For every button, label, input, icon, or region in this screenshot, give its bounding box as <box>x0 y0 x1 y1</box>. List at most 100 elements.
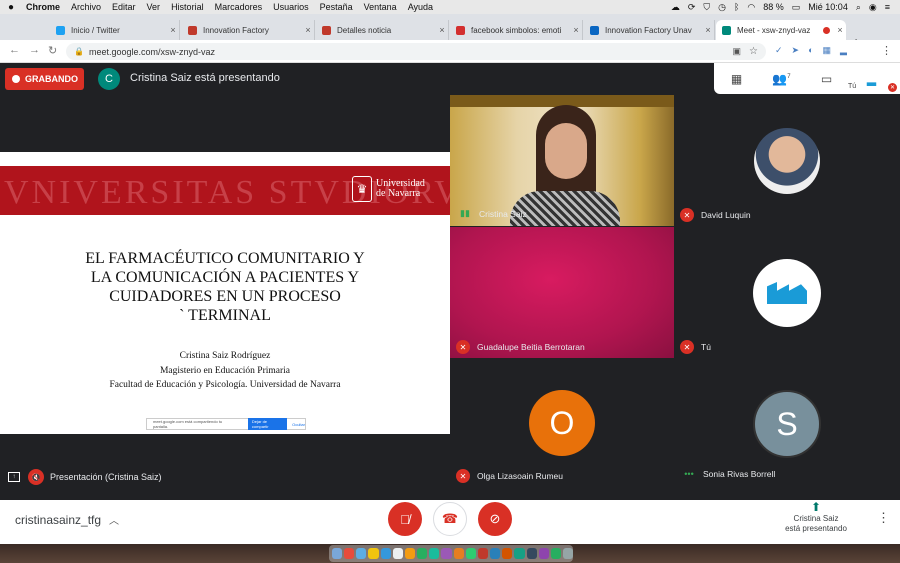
menu-pestana[interactable]: Pestaña <box>316 2 360 12</box>
camera-off-icon: ⊘ <box>489 511 501 526</box>
participant-tile-david[interactable]: ✕ David Luquin <box>674 95 900 226</box>
participant-tile-olga[interactable]: O ✕ Olga Lizasoain Rumeu <box>450 359 674 490</box>
menu-chrome[interactable]: Chrome <box>22 2 67 12</box>
reload-icon[interactable]: ↻ <box>48 44 57 57</box>
tab-title: Innovation Factory Unav <box>605 25 692 35</box>
search-icon[interactable]: ⌕ <box>856 2 861 13</box>
camera-icon[interactable]: ▣ <box>733 46 742 57</box>
participant-name: David Luquin <box>701 210 751 220</box>
tab-twitter[interactable]: Inicio / Twitter × <box>50 20 180 40</box>
address-bar[interactable]: 🔒 meet.google.com/xsw-znyd-vaz ▣ ☆ <box>66 43 766 60</box>
star-icon[interactable]: ☆ <box>749 46 758 57</box>
url-text[interactable]: meet.google.com/xsw-znyd-vaz <box>89 47 215 57</box>
mic-toggle-button[interactable]: 🎙̸ <box>388 502 422 536</box>
presenting-button[interactable]: ⬆ Cristina Saiz está presentando <box>778 500 854 534</box>
wifi-icon[interactable]: ◠ <box>747 2 755 13</box>
chrome-icon[interactable] <box>368 548 379 559</box>
safari-icon[interactable] <box>356 548 367 559</box>
close-icon[interactable]: × <box>702 25 714 35</box>
participant-tile-guadalupe[interactable]: ✕ Guadalupe Beitia Berrotaran <box>450 227 674 358</box>
camera-toggle-button[interactable]: ⊘ <box>478 502 512 536</box>
illustrator-icon[interactable] <box>538 548 549 559</box>
close-icon[interactable]: × <box>570 25 582 35</box>
back-icon[interactable]: ← <box>9 44 20 56</box>
extension-factory-icon[interactable]: ▂ <box>840 45 847 56</box>
close-icon[interactable]: × <box>436 25 448 35</box>
extension-globe-icon[interactable]: ◐ <box>808 45 813 56</box>
notes-icon[interactable] <box>404 548 416 559</box>
tab-innovation-factory[interactable]: Innovation Factory × <box>182 20 315 40</box>
numbers-icon[interactable] <box>465 548 476 559</box>
participant-name: Tú <box>701 342 711 352</box>
emoji-site-icon <box>456 25 465 35</box>
messages-icon[interactable] <box>417 548 428 559</box>
tab-meet[interactable]: Meet - xsw-znyd-vaz × <box>716 20 846 40</box>
layout-grid-icon[interactable]: ▦ <box>714 72 759 86</box>
menu-marcadores[interactable]: Marcadores <box>211 2 270 12</box>
appstore-icon[interactable] <box>490 548 501 559</box>
menu-ver[interactable]: Ver <box>143 2 168 12</box>
chat-icon[interactable]: ▭ <box>804 72 849 86</box>
present-screen-icon[interactable]: ↑ <box>8 472 20 482</box>
close-icon[interactable]: × <box>834 25 846 35</box>
participant-tile-sonia[interactable]: S ••• Sonia Rivas Borrell <box>674 359 900 490</box>
lock-icon[interactable]: 🔒 <box>74 47 84 56</box>
tab-linkedin[interactable]: Innovation Factory Unav × <box>584 20 715 40</box>
tab-facebook-simbolos[interactable]: facebook simbolos: emoti × <box>450 20 583 40</box>
presenting-line-2: está presentando <box>785 524 847 533</box>
sync-icon[interactable]: ⟳ <box>688 2 696 13</box>
participant-tile-cristina[interactable]: ▮▮ Cristina Saiz <box>450 95 674 226</box>
extensions: ✓ ➤ ◐ ▦ ▂ <box>775 45 847 56</box>
close-icon[interactable]: × <box>167 25 179 35</box>
extension-arrow-icon[interactable]: ➤ <box>792 45 800 56</box>
close-icon[interactable]: × <box>302 25 314 35</box>
word-icon[interactable] <box>526 548 537 559</box>
menu-ayuda[interactable]: Ayuda <box>404 2 440 12</box>
trash-icon[interactable] <box>562 548 574 559</box>
bluetooth-icon[interactable]: ᛒ <box>734 2 739 12</box>
user-avatar-icon[interactable]: ◉ <box>869 2 877 13</box>
photos-icon[interactable] <box>441 548 452 559</box>
menu-usuarios[interactable]: Usuarios <box>269 2 316 12</box>
chevron-up-icon[interactable]: ︿ <box>109 512 119 527</box>
menu-ventana[interactable]: Ventana <box>360 2 404 12</box>
recording-label: GRABANDO <box>25 74 78 84</box>
slide-author-line: Facultad de Educación y Psicología. Univ… <box>109 380 341 390</box>
pages-icon[interactable] <box>453 548 464 559</box>
menu-editar[interactable]: Editar <box>108 2 143 12</box>
timemachine-icon[interactable]: ◷ <box>718 2 726 13</box>
meeting-code[interactable]: cristinasainz_tfg <box>15 513 101 527</box>
hide-notice-button[interactable]: Ocultar <box>292 422 305 427</box>
powerpoint-icon[interactable] <box>502 548 513 559</box>
menu-archivo[interactable]: Archivo <box>67 2 108 12</box>
finder-icon[interactable] <box>332 548 343 559</box>
participant-tile-self[interactable]: ✕ Tú <box>674 227 900 358</box>
chrome-menu-icon[interactable]: ⋮ <box>881 44 892 57</box>
shared-slide: VNIVERSITAS STVDIORVM ♛ Universidad de N… <box>0 152 450 434</box>
self-mic-off-icon: ✕ <box>888 83 897 92</box>
menu-historial[interactable]: Historial <box>167 2 211 12</box>
music-icon[interactable] <box>477 548 489 559</box>
apple-icon[interactable]: ● <box>0 2 22 13</box>
shield-icon[interactable]: ⛉ <box>703 2 710 13</box>
stop-sharing-button[interactable]: Dejar de compartir <box>247 418 288 430</box>
meeting-details-button[interactable]: cristinasainz_tfg ︿ <box>15 512 119 528</box>
facetime-icon[interactable] <box>429 548 440 559</box>
cloud-icon[interactable]: ☁ <box>671 2 680 13</box>
extension-check-icon[interactable]: ✓ <box>775 45 783 56</box>
clock-text[interactable]: Mié 10:04 <box>808 2 848 12</box>
forward-icon[interactable]: → <box>29 44 40 56</box>
people-icon[interactable]: 👥7 <box>759 72 804 86</box>
battery-text[interactable]: 88 % <box>763 2 784 12</box>
battery-icon[interactable]: ▭ <box>792 2 801 13</box>
more-options-icon[interactable]: ⋮ <box>877 510 890 526</box>
launchpad-icon[interactable] <box>344 548 355 559</box>
list-icon[interactable]: ≡ <box>885 2 890 12</box>
leave-call-button[interactable]: ☎ <box>433 502 467 536</box>
calendar-icon[interactable] <box>392 548 403 559</box>
extension-grid-icon[interactable]: ▦ <box>823 45 832 56</box>
excel-icon[interactable] <box>514 548 525 559</box>
whatsapp-icon[interactable] <box>550 548 561 559</box>
tab-detalles-noticia[interactable]: Detalles noticia × <box>316 20 449 40</box>
mail-icon[interactable] <box>380 548 391 559</box>
